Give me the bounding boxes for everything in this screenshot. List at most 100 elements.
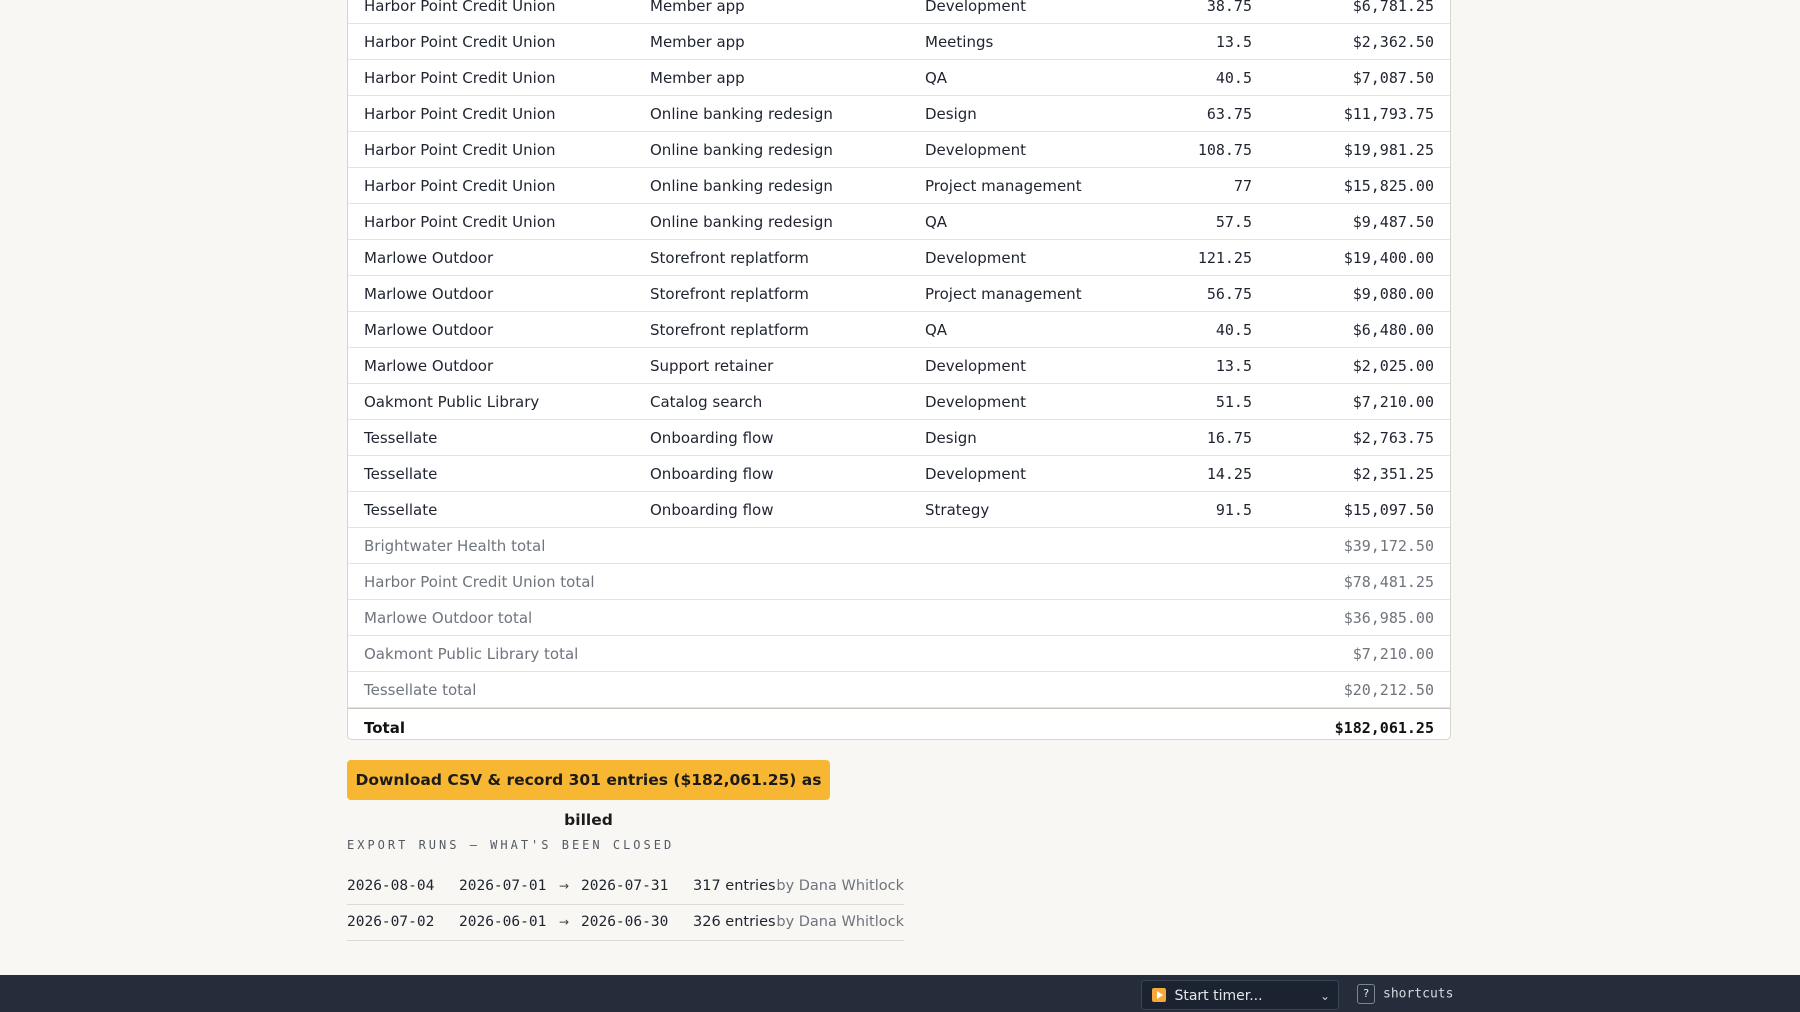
project-cell: Onboarding flow — [650, 429, 774, 447]
amount-cell: $6,781.25 — [1352, 0, 1434, 15]
hours-cell: 108.75 — [1197, 141, 1252, 159]
hours-cell: 91.5 — [1215, 501, 1252, 519]
project-cell: Member app — [650, 69, 745, 87]
table-row: Marlowe Outdoor Storefront replatform Proj… — [348, 276, 1450, 312]
task-cell: Project management — [925, 177, 1082, 195]
hours-cell: 16.75 — [1206, 429, 1252, 447]
subtotal-amount: $20,212.50 — [1343, 681, 1434, 699]
client-cell: Marlowe Outdoor — [364, 321, 494, 339]
amount-cell: $11,793.75 — [1343, 105, 1434, 123]
hours-cell: 57.5 — [1215, 213, 1252, 231]
table-row: Oakmont Public Library Catalog search Deve… — [348, 384, 1450, 420]
client-cell: Tessellate — [364, 465, 438, 483]
hours-cell: 56.75 — [1206, 285, 1252, 303]
run-date: 2026-07-02 — [347, 914, 435, 930]
client-cell: Harbor Point Credit Union — [364, 33, 556, 51]
start-timer-select[interactable]: Start timer... ⌄ — [1141, 980, 1339, 1010]
run-author: by Dana Whitlock — [776, 878, 904, 894]
client-cell: Oakmont Public Library — [364, 393, 540, 411]
subtotal-amount: $39,172.50 — [1343, 537, 1434, 555]
subtotal-row: Harbor Point Credit Union total $78,481.2… — [348, 564, 1450, 600]
amount-cell: $2,351.25 — [1352, 465, 1434, 483]
project-cell: Storefront replatform — [650, 321, 809, 339]
table-row: Tessellate Onboarding flow Development 14.2… — [348, 456, 1450, 492]
table-row: Tessellate Onboarding flow Design 16.75 $2,7… — [348, 420, 1450, 456]
task-cell: Development — [925, 0, 1026, 15]
subtotal-amount: $7,210.00 — [1352, 645, 1434, 663]
chevron-down-icon: ⌄ — [1319, 989, 1330, 1003]
task-cell: Development — [925, 465, 1026, 483]
run-period-start: 2026-06-01 — [459, 914, 547, 930]
subtotal-amount: $78,481.25 — [1343, 573, 1434, 591]
subtotal-row: Brightwater Health total $39,172.50 — [348, 528, 1450, 564]
project-cell: Online banking redesign — [650, 141, 833, 159]
table-row: Marlowe Outdoor Support retainer Developme… — [348, 348, 1450, 384]
download-csv-button[interactable]: Download CSV & record 301 entries ($182,… — [347, 760, 830, 829]
run-entry-count: 317 entries — [693, 878, 776, 894]
amount-cell: $19,400.00 — [1343, 249, 1434, 267]
subtotal-row: Marlowe Outdoor total $36,985.00 — [348, 600, 1450, 636]
arrow-right-icon: → — [559, 915, 570, 929]
project-cell: Online banking redesign — [650, 177, 833, 195]
task-cell: Project management — [925, 285, 1082, 303]
table-row: Harbor Point Credit Union Online banking … — [348, 168, 1450, 204]
task-cell: Strategy — [925, 501, 990, 519]
subtotal-row: Tessellate total $20,212.50 — [348, 672, 1450, 708]
table-row: Harbor Point Credit Union Member app Meeti… — [348, 24, 1450, 60]
subtotal-label: Brightwater Health total — [364, 537, 546, 555]
project-cell: Storefront replatform — [650, 285, 809, 303]
start-timer-label: Start timer... — [1174, 988, 1263, 1004]
table-row: Marlowe Outdoor Storefront replatform Deve… — [348, 240, 1450, 276]
subtotal-row: Oakmont Public Library total $7,210.00 — [348, 636, 1450, 672]
hours-cell: 13.5 — [1215, 357, 1252, 375]
client-cell: Tessellate — [364, 501, 438, 519]
export-run-row: 2026-08-04 2026-07-01 → 2026-07-31 317 entri… — [347, 869, 904, 905]
hours-cell: 13.5 — [1215, 33, 1252, 51]
hours-cell: 77 — [1233, 177, 1252, 195]
project-cell: Member app — [650, 0, 745, 15]
amount-cell: $2,362.50 — [1352, 33, 1434, 51]
run-author: by Dana Whitlock — [776, 914, 904, 930]
client-cell: Harbor Point Credit Union — [364, 141, 556, 159]
hours-cell: 121.25 — [1197, 249, 1252, 267]
hours-cell: 40.5 — [1215, 321, 1252, 339]
table-row: Harbor Point Credit Union Member app QA 40.… — [348, 60, 1450, 96]
client-cell: Marlowe Outdoor — [364, 285, 494, 303]
export-runs-list: 2026-08-04 2026-07-01 → 2026-07-31 317 entri… — [347, 869, 904, 941]
client-cell: Harbor Point Credit Union — [364, 213, 556, 231]
table-row: Marlowe Outdoor Storefront replatform QA 40… — [348, 312, 1450, 348]
shortcuts-link[interactable]: ? shortcuts — [1357, 984, 1453, 1005]
amount-cell: $9,080.00 — [1352, 285, 1434, 303]
grand-total-amount: $182,061.25 — [1334, 719, 1434, 737]
hours-cell: 40.5 — [1215, 69, 1252, 87]
amount-cell: $2,763.75 — [1352, 429, 1434, 447]
table-row: Harbor Point Credit Union Online banking … — [348, 204, 1450, 240]
run-period-end: 2026-06-30 — [581, 914, 669, 930]
shortcuts-label: shortcuts — [1383, 986, 1454, 1002]
task-cell: Design — [925, 429, 977, 447]
amount-cell: $9,487.50 — [1352, 213, 1434, 231]
project-cell: Online banking redesign — [650, 213, 833, 231]
task-cell: QA — [925, 69, 948, 87]
project-cell: Catalog search — [650, 393, 763, 411]
bottom-bar: Start timer... ⌄ ? shortcuts — [0, 975, 1800, 1012]
client-cell: Harbor Point Credit Union — [364, 177, 556, 195]
table-row: Harbor Point Credit Union Online banking … — [348, 96, 1450, 132]
amount-cell: $6,480.00 — [1352, 321, 1434, 339]
amount-cell: $7,087.50 — [1352, 69, 1434, 87]
task-cell: Development — [925, 141, 1026, 159]
subtotal-label: Harbor Point Credit Union total — [364, 573, 595, 591]
task-cell: Development — [925, 249, 1026, 267]
subtotal-label: Tessellate total — [364, 681, 477, 699]
project-cell: Support retainer — [650, 357, 774, 375]
client-cell: Tessellate — [364, 429, 438, 447]
run-entry-count: 326 entries — [693, 914, 776, 930]
run-date: 2026-08-04 — [347, 878, 435, 894]
grand-total-label: Total — [364, 719, 405, 737]
report-table: Harbor Point Credit Union Member app Devel… — [347, 0, 1451, 740]
client-cell: Marlowe Outdoor — [364, 357, 494, 375]
subtotal-amount: $36,985.00 — [1343, 609, 1434, 627]
table-row: Harbor Point Credit Union Online banking … — [348, 132, 1450, 168]
run-period-start: 2026-07-01 — [459, 878, 547, 894]
task-cell: Design — [925, 105, 977, 123]
